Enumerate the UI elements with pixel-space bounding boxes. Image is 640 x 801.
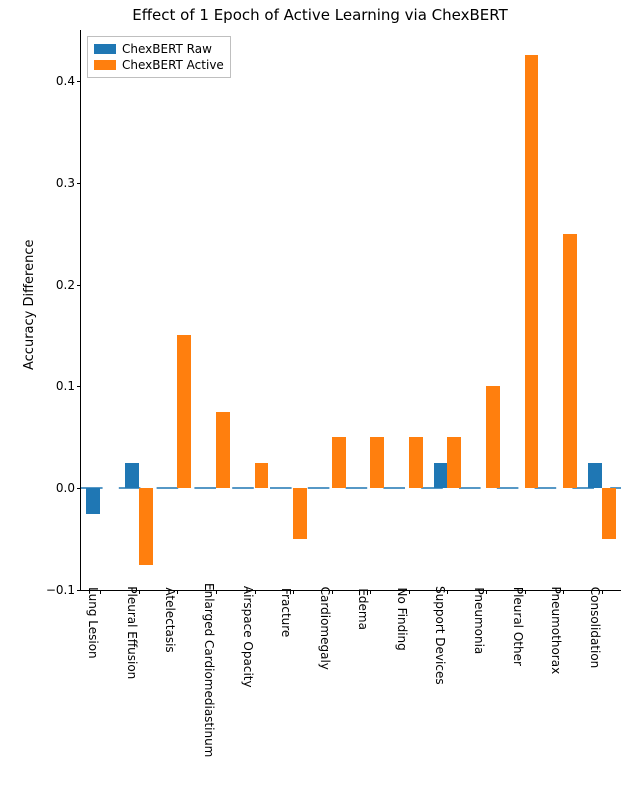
x-tick [486,590,487,594]
bar [486,386,500,488]
legend-item: ChexBERT Active [94,57,224,73]
bar [216,412,230,488]
bar [602,488,616,539]
bar [563,234,577,489]
bar [125,463,139,488]
x-tick-label: No Finding [389,558,409,621]
bar [255,463,269,488]
x-tick-label: Pneumonia [466,557,486,624]
y-axis-label: Accuracy Difference [22,239,37,370]
x-tick [563,590,564,594]
y-tick-label: 0.1 [56,379,81,393]
x-tick-label: Atelectasis [157,557,177,622]
y-tick-label: 0.3 [56,176,81,190]
x-tick-label: Airspace Opacity [235,539,255,641]
x-tick-label: Pleural Effusion [119,544,139,637]
legend-label: ChexBERT Active [122,58,224,72]
legend-swatch [94,44,116,54]
legend-swatch [94,60,116,70]
y-tick-label: 0.4 [56,74,81,88]
bar [370,437,384,488]
x-tick [177,590,178,594]
bar [86,488,100,513]
bar [332,437,346,488]
x-tick-label: Cardiomegaly [312,548,332,631]
legend-label: ChexBERT Raw [122,42,212,56]
x-tick [216,590,217,594]
legend-item: ChexBERT Raw [94,41,224,57]
bar [139,488,153,564]
x-tick [447,590,448,594]
figure: Effect of 1 Epoch of Active Learning via… [0,0,640,801]
x-tick-label: Enlarged Cardiomediastinum [196,503,216,677]
chart-title: Effect of 1 Epoch of Active Learning via… [0,6,640,24]
x-tick-label: Support Devices [427,541,447,640]
legend: ChexBERT Raw ChexBERT Active [87,36,231,78]
y-tick-label: 0.0 [56,481,81,495]
y-tick-label: 0.2 [56,278,81,292]
bar [525,55,539,488]
x-tick [100,590,101,594]
bar [447,437,461,488]
x-tick-label: Pneumothorax [543,546,563,634]
x-tick-label: Consolidation [582,549,602,631]
x-tick [370,590,371,594]
bar [409,437,423,488]
bar [434,463,448,488]
y-tick-label: −0.1 [46,583,81,597]
x-tick [293,590,294,594]
bar [177,335,191,488]
x-tick-label: Lung Lesion [80,554,100,626]
bar [588,463,602,488]
plot-area: ChexBERT RawChexBERT Active −0.10.00.10.… [80,30,621,591]
x-tick-label: Fracture [273,565,293,614]
x-tick-label: Pleural Other [505,550,525,629]
bar [293,488,307,539]
x-tick-label: Edema [350,569,370,611]
